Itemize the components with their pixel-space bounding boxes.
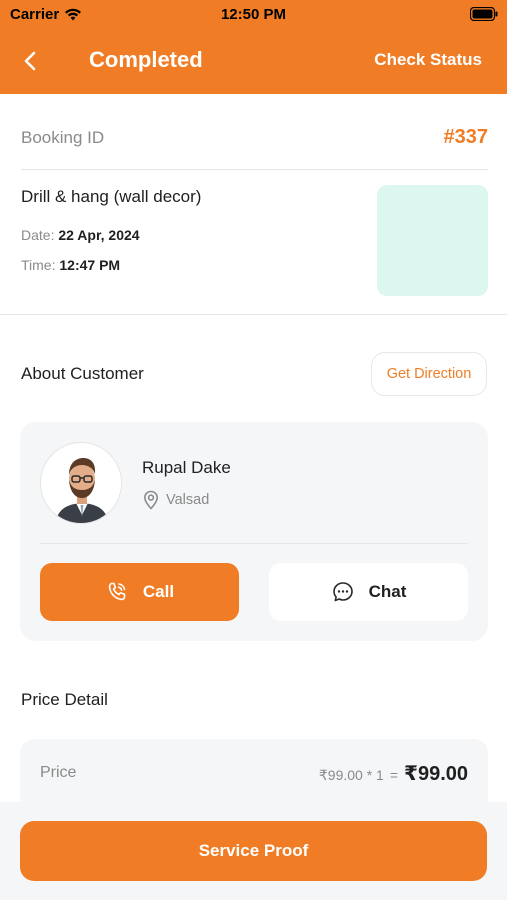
app-header: Carrier 12:50 PM Completed Check Status: [0, 0, 507, 94]
status-time: 12:50 PM: [220, 6, 287, 23]
service-title: Drill & hang (wall decor): [21, 187, 202, 206]
customer-avatar-icon: [41, 443, 121, 523]
price-equals: =: [389, 767, 399, 783]
chat-button[interactable]: Chat: [269, 563, 468, 621]
phone-icon: [108, 582, 126, 601]
location-pin-icon: [143, 490, 159, 510]
customer-location: Valsad: [142, 490, 209, 510]
battery-icon: [470, 7, 498, 21]
price-total: ₹99.00: [404, 763, 468, 785]
booking-id-label: Booking ID: [21, 128, 105, 147]
check-status-button[interactable]: Check Status: [374, 50, 482, 70]
divider: [21, 169, 488, 170]
service-time: Time: 12:47 PM: [21, 257, 120, 273]
customer-name: Rupal Dake: [142, 458, 231, 477]
price-detail-title: Price Detail: [21, 690, 108, 709]
call-button[interactable]: Call: [40, 563, 239, 621]
call-label: Call: [142, 582, 175, 601]
date-value: 22 Apr, 2024: [58, 227, 140, 243]
service-date: Date: 22 Apr, 2024: [21, 227, 140, 243]
time-value: 12:47 PM: [59, 257, 121, 273]
service-image-placeholder: [377, 185, 488, 296]
price-label: Price: [40, 764, 77, 781]
chat-bubble-icon: [332, 582, 353, 602]
status-bar: Carrier 12:50 PM: [0, 0, 507, 28]
time-label: Time:: [21, 257, 56, 273]
date-label: Date:: [21, 227, 55, 243]
booking-id-value: #337: [443, 126, 489, 148]
customer-card: Rupal Dake Valsad Call Chat: [20, 422, 488, 641]
chat-label: Chat: [368, 582, 407, 601]
booking-id-row: Booking ID #337: [21, 126, 488, 152]
service-proof-button[interactable]: Service Proof: [20, 821, 487, 881]
divider: [40, 543, 468, 544]
avatar: [40, 442, 122, 524]
page-title: Completed: [89, 47, 203, 72]
price-unit-calc: ₹99.00 * 1: [318, 767, 384, 783]
location-text: Valsad: [166, 492, 210, 508]
back-arrow-icon[interactable]: [20, 50, 40, 72]
get-direction-button[interactable]: Get Direction: [371, 352, 487, 396]
divider: [0, 314, 507, 315]
about-customer-title: About Customer: [21, 364, 144, 383]
price-calculation: ₹99.00 * 1 = ₹99.00: [319, 761, 468, 786]
